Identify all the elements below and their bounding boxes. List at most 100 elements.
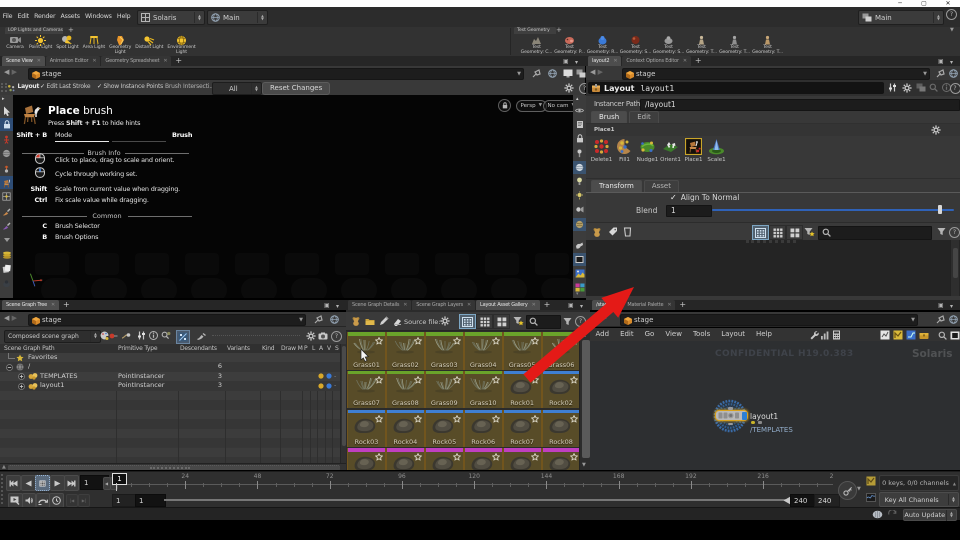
gallery-card-rock06[interactable]: Rock06 bbox=[463, 409, 503, 448]
column-header-v[interactable]: V bbox=[327, 344, 331, 353]
tab-close-icon[interactable]: ✕ bbox=[37, 56, 41, 66]
card-favorite-icon[interactable] bbox=[413, 337, 422, 345]
tool-notes-icon[interactable] bbox=[573, 118, 586, 131]
gallery-card-grass02[interactable]: Grass02 bbox=[385, 332, 425, 370]
shelf-tool-spotlight[interactable]: Spot Light bbox=[56, 34, 79, 51]
sceneview-newtab-icon[interactable]: + bbox=[175, 56, 182, 66]
card-favorite-icon[interactable] bbox=[452, 453, 461, 462]
card-favorite-icon[interactable] bbox=[530, 375, 539, 384]
workingset-cup-icon[interactable] bbox=[623, 227, 632, 237]
workingset-tag-icon[interactable] bbox=[608, 227, 618, 237]
tab-close-icon[interactable]: ✕ bbox=[613, 56, 617, 66]
sceneview-tab-0[interactable]: Scene View ✕ bbox=[2, 56, 45, 66]
params-path-field[interactable]: stage ▼ bbox=[622, 68, 930, 80]
playbar-audio-button[interactable] bbox=[21, 493, 37, 508]
node-display-flag[interactable] bbox=[742, 411, 747, 420]
network-canvas[interactable]: CONFIDENTIAL H19.0.383 Solaris layout1/TEM… bbox=[590, 341, 960, 470]
card-favorite-icon[interactable] bbox=[375, 337, 383, 345]
shelf-tool-geolight[interactable]: Geometry Light bbox=[109, 34, 131, 56]
timeline-ruler[interactable]: 24 48 72 96 120 144 168 192 216 240 bbox=[116, 473, 833, 491]
column-header-l[interactable]: L bbox=[312, 344, 315, 353]
column-header-s[interactable]: S bbox=[335, 344, 339, 353]
brush-place1[interactable]: Place1 bbox=[682, 138, 705, 163]
params-tab-1[interactable]: Context Options Editor ✕ bbox=[622, 56, 691, 66]
row-visible-flag-icon[interactable] bbox=[326, 383, 332, 389]
params-panemenu-icon[interactable]: ▣ bbox=[938, 58, 948, 66]
tool-snapshot-icon[interactable] bbox=[573, 239, 586, 252]
row-expander-icon[interactable] bbox=[6, 364, 13, 371]
group-tab-asset[interactable]: Asset bbox=[643, 180, 679, 192]
range-start-field[interactable]: 1 bbox=[135, 494, 166, 507]
menu-render[interactable]: Render bbox=[32, 7, 58, 27]
shelf-add-tab-icon[interactable]: + bbox=[68, 27, 74, 34]
scenegraph-panedrop-icon[interactable]: ▾ bbox=[336, 303, 344, 311]
pane-selector[interactable]: Main ▲ ▼ bbox=[207, 10, 268, 25]
key-dropdown-icon[interactable]: ▼ bbox=[857, 486, 861, 492]
network-palette-icon[interactable] bbox=[893, 330, 903, 340]
scrollbar-down-icon[interactable]: ▼ bbox=[582, 462, 586, 468]
scrollbar-up-icon[interactable]: ▲ bbox=[582, 332, 586, 338]
gallery-card[interactable] bbox=[541, 448, 579, 470]
range-limit-end-button[interactable]: ▶| bbox=[78, 494, 90, 507]
column-header-draw-mo[interactable]: Draw Mo bbox=[281, 344, 303, 353]
tab-close-icon[interactable]: ✕ bbox=[614, 300, 618, 310]
blend-field[interactable]: 1 bbox=[666, 204, 712, 217]
menubar-help-icon[interactable]: ? bbox=[946, 9, 957, 20]
gallery-card-grass04[interactable]: Grass04 bbox=[463, 332, 503, 370]
shelf-tool-tg-rubber[interactable]: Test Geometry: R... bbox=[587, 34, 618, 56]
gallery-eraser-icon[interactable] bbox=[392, 316, 402, 326]
card-favorite-icon[interactable] bbox=[413, 414, 422, 423]
network-menu-layout[interactable]: Layout bbox=[716, 328, 751, 341]
menu-file[interactable]: File bbox=[0, 7, 15, 27]
shelf-tool-pointlight[interactable]: Point Light bbox=[29, 34, 52, 51]
gallery-pencil-icon[interactable] bbox=[379, 316, 389, 326]
scenegraph-brushstar-icon[interactable] bbox=[196, 332, 207, 341]
gallery-card[interactable] bbox=[385, 448, 425, 470]
card-favorite-icon[interactable] bbox=[569, 453, 578, 462]
brush-fill1[interactable]: Fill1 bbox=[613, 138, 636, 163]
card-favorite-icon[interactable] bbox=[569, 414, 578, 423]
path-dropdown-icon[interactable]: ▼ bbox=[911, 317, 915, 323]
mode-tab-brush[interactable]: Brush bbox=[591, 111, 628, 123]
sceneview-tab-2[interactable]: Geometry Spreadsheet ✕ bbox=[101, 56, 172, 66]
scenegraph-gear-icon[interactable] bbox=[306, 331, 316, 341]
gallery-tab-2[interactable]: Layout Asset Gallery ✕ bbox=[476, 300, 540, 310]
gallery-card-grass10[interactable]: Grass10 bbox=[463, 370, 503, 409]
network-snapshot-icon[interactable] bbox=[880, 330, 890, 340]
menu-help[interactable]: Help bbox=[114, 7, 133, 27]
card-favorite-icon[interactable] bbox=[375, 453, 383, 462]
sceneview-panemenu-icon[interactable]: ▣ bbox=[563, 58, 573, 66]
tool-vlock-icon[interactable] bbox=[573, 132, 586, 145]
shelf-tab-test-geometry[interactable]: Test Geometry bbox=[514, 27, 556, 34]
tool-light-sm-icon[interactable] bbox=[573, 189, 586, 202]
gallery-card-rock05[interactable]: Rock05 bbox=[424, 409, 464, 448]
tool-dark-tool-icon[interactable] bbox=[0, 277, 13, 290]
card-favorite-icon[interactable] bbox=[530, 414, 539, 423]
card-favorite-icon[interactable] bbox=[452, 375, 461, 384]
shelf-tab-lop-lights[interactable]: LOP Lights and Cameras bbox=[5, 27, 63, 34]
network-panemenu-icon[interactable]: ▣ bbox=[938, 302, 948, 310]
network-globe-icon[interactable] bbox=[949, 315, 958, 324]
row-expander-icon[interactable] bbox=[18, 373, 25, 381]
brush-scale1[interactable]: Scale1 bbox=[705, 138, 728, 163]
card-favorite-icon[interactable] bbox=[530, 337, 539, 345]
scenegraph-panemenu-icon[interactable]: ▣ bbox=[324, 302, 334, 310]
tab-close-icon[interactable]: ✕ bbox=[667, 300, 671, 310]
network-menu-add[interactable]: Add bbox=[590, 328, 615, 341]
card-favorite-icon[interactable] bbox=[491, 414, 500, 423]
sceneview-path-field[interactable]: stage ▼ bbox=[28, 68, 524, 80]
window-maximize-button[interactable]: ▢ bbox=[918, 0, 930, 7]
params-globe-icon[interactable] bbox=[949, 69, 958, 78]
column-header-scene-graph-path[interactable]: Scene Graph Path bbox=[4, 344, 55, 353]
scenegraph-plug-icon[interactable] bbox=[121, 332, 131, 340]
nav-forward-icon[interactable]: ▶ bbox=[12, 68, 17, 76]
shelf-tool-camera[interactable]: Camera bbox=[5, 34, 25, 51]
params-header-gear-icon[interactable] bbox=[902, 83, 912, 93]
spinner-icon[interactable]: ▲ ▼ bbox=[945, 509, 956, 521]
spinner-icon[interactable]: ▲ ▼ bbox=[90, 330, 100, 342]
scenegraph-help-icon[interactable]: ? bbox=[331, 331, 342, 342]
tool-img-color-icon[interactable] bbox=[573, 267, 586, 280]
scenegraph-tab-0[interactable]: Scene Graph Tree ✕ bbox=[2, 300, 59, 310]
optoolbar-check-showinstancepoints[interactable]: ✓ Show Instance Points bbox=[97, 83, 163, 90]
tab-close-icon[interactable]: ✕ bbox=[683, 56, 687, 66]
